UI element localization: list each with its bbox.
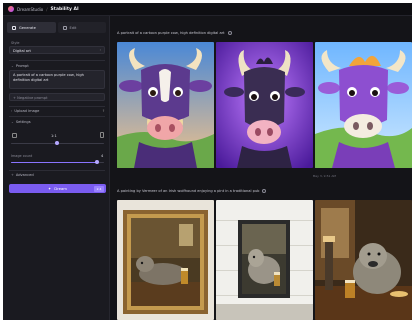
credit-cost-badge: 2.4 xyxy=(94,185,104,192)
batch-1-prompt: A portrait of a cartoon purple cow, high… xyxy=(117,31,232,35)
generated-image[interactable] xyxy=(216,42,313,168)
edit-icon xyxy=(62,25,67,30)
generated-image[interactable] xyxy=(117,42,214,168)
upload-icon[interactable]: ⇪ xyxy=(102,109,105,113)
info-icon[interactable] xyxy=(227,31,232,35)
negative-prompt-label: Negative prompt xyxy=(17,96,48,100)
advanced-label: Advanced xyxy=(15,173,34,177)
prompt-section-header[interactable]: ⌄ Prompt xyxy=(11,64,29,68)
settings-label: Settings xyxy=(15,120,31,124)
image-count-slider[interactable] xyxy=(11,160,104,165)
batch-1-prompt-text: A portrait of a cartoon purple cow, high… xyxy=(117,31,225,35)
plus-icon: + xyxy=(11,173,14,177)
prompt-label: Prompt xyxy=(15,64,29,68)
mode-tabs: Generate Edit xyxy=(7,22,106,33)
style-select[interactable]: Digital art › xyxy=(9,46,105,54)
negative-prompt-toggle[interactable]: + Negative prompt xyxy=(9,93,105,101)
app-window: DreamStudio / Stability AI Generate Edit… xyxy=(3,3,412,320)
sparkle-icon xyxy=(12,25,16,30)
results-panel: A portrait of a cartoon purple cow, high… xyxy=(110,16,412,320)
batch-2-gallery xyxy=(117,200,412,320)
brand-name[interactable]: DreamStudio xyxy=(17,7,43,12)
advanced-section-header[interactable]: + Advanced xyxy=(11,173,34,177)
batch-1-gallery xyxy=(117,42,412,168)
dream-button[interactable]: ✦ Dream 2.4 xyxy=(9,184,106,193)
generated-image[interactable] xyxy=(315,200,412,320)
image-count-label: Image count xyxy=(11,154,33,158)
tab-edit[interactable]: Edit xyxy=(57,22,106,33)
prompt-text: A portrait of a cartoon purple cow, high… xyxy=(13,73,84,82)
chevron-down-icon: ⌄ xyxy=(11,64,14,68)
divider xyxy=(9,60,105,61)
tab-edit-label: Edit xyxy=(69,25,77,30)
image-count-slider-fill xyxy=(11,162,97,164)
aspect-ratio-value: 1:1 xyxy=(51,134,57,138)
tab-generate[interactable]: Generate xyxy=(7,22,56,33)
sidebar: Generate Edit Style Digital art › ⌄ Prom… xyxy=(3,16,110,320)
aspect-ratio-slider-handle[interactable] xyxy=(55,141,59,146)
settings-section-header[interactable]: ⌄ Settings xyxy=(11,120,31,124)
top-bar: DreamStudio / Stability AI xyxy=(3,3,412,16)
upload-image-section[interactable]: › Upload image xyxy=(11,109,39,113)
batch-2-prompt: A painting by Vermeer of an Irish wolfho… xyxy=(117,189,267,193)
divider xyxy=(9,116,105,117)
batch-2-prompt-text: A painting by Vermeer of an Irish wolfho… xyxy=(117,189,260,193)
image-count-value: 4 xyxy=(101,154,104,158)
chevron-down-icon: › xyxy=(99,48,101,52)
sparkle-icon: ✦ xyxy=(48,186,52,191)
upload-image-label: Upload image xyxy=(14,109,40,113)
generated-image[interactable] xyxy=(315,42,412,168)
generated-image[interactable] xyxy=(216,200,313,320)
divider xyxy=(9,106,105,107)
landscape-ratio-icon[interactable] xyxy=(12,133,17,138)
style-select-value: Digital art xyxy=(13,49,31,53)
dream-button-label: Dream xyxy=(54,186,67,191)
chevron-down-icon: ⌄ xyxy=(11,120,14,124)
app-title: Stability AI xyxy=(50,6,79,12)
dreamstudio-logo-icon[interactable] xyxy=(8,6,14,12)
batch-1-timestamp: May 3, 9:51 AM xyxy=(312,174,336,178)
info-icon[interactable] xyxy=(262,189,267,193)
breadcrumb-separator: / xyxy=(46,6,48,12)
prompt-textarea[interactable]: A portrait of a cartoon purple cow, high… xyxy=(9,70,105,89)
aspect-ratio-slider[interactable] xyxy=(11,141,104,146)
style-label: Style xyxy=(11,41,20,45)
image-count-slider-handle[interactable] xyxy=(94,160,99,165)
chevron-right-icon: › xyxy=(11,109,13,113)
divider xyxy=(9,170,105,171)
generated-image[interactable] xyxy=(117,200,214,320)
tab-generate-label: Generate xyxy=(19,25,36,30)
portrait-ratio-icon[interactable] xyxy=(100,132,104,138)
